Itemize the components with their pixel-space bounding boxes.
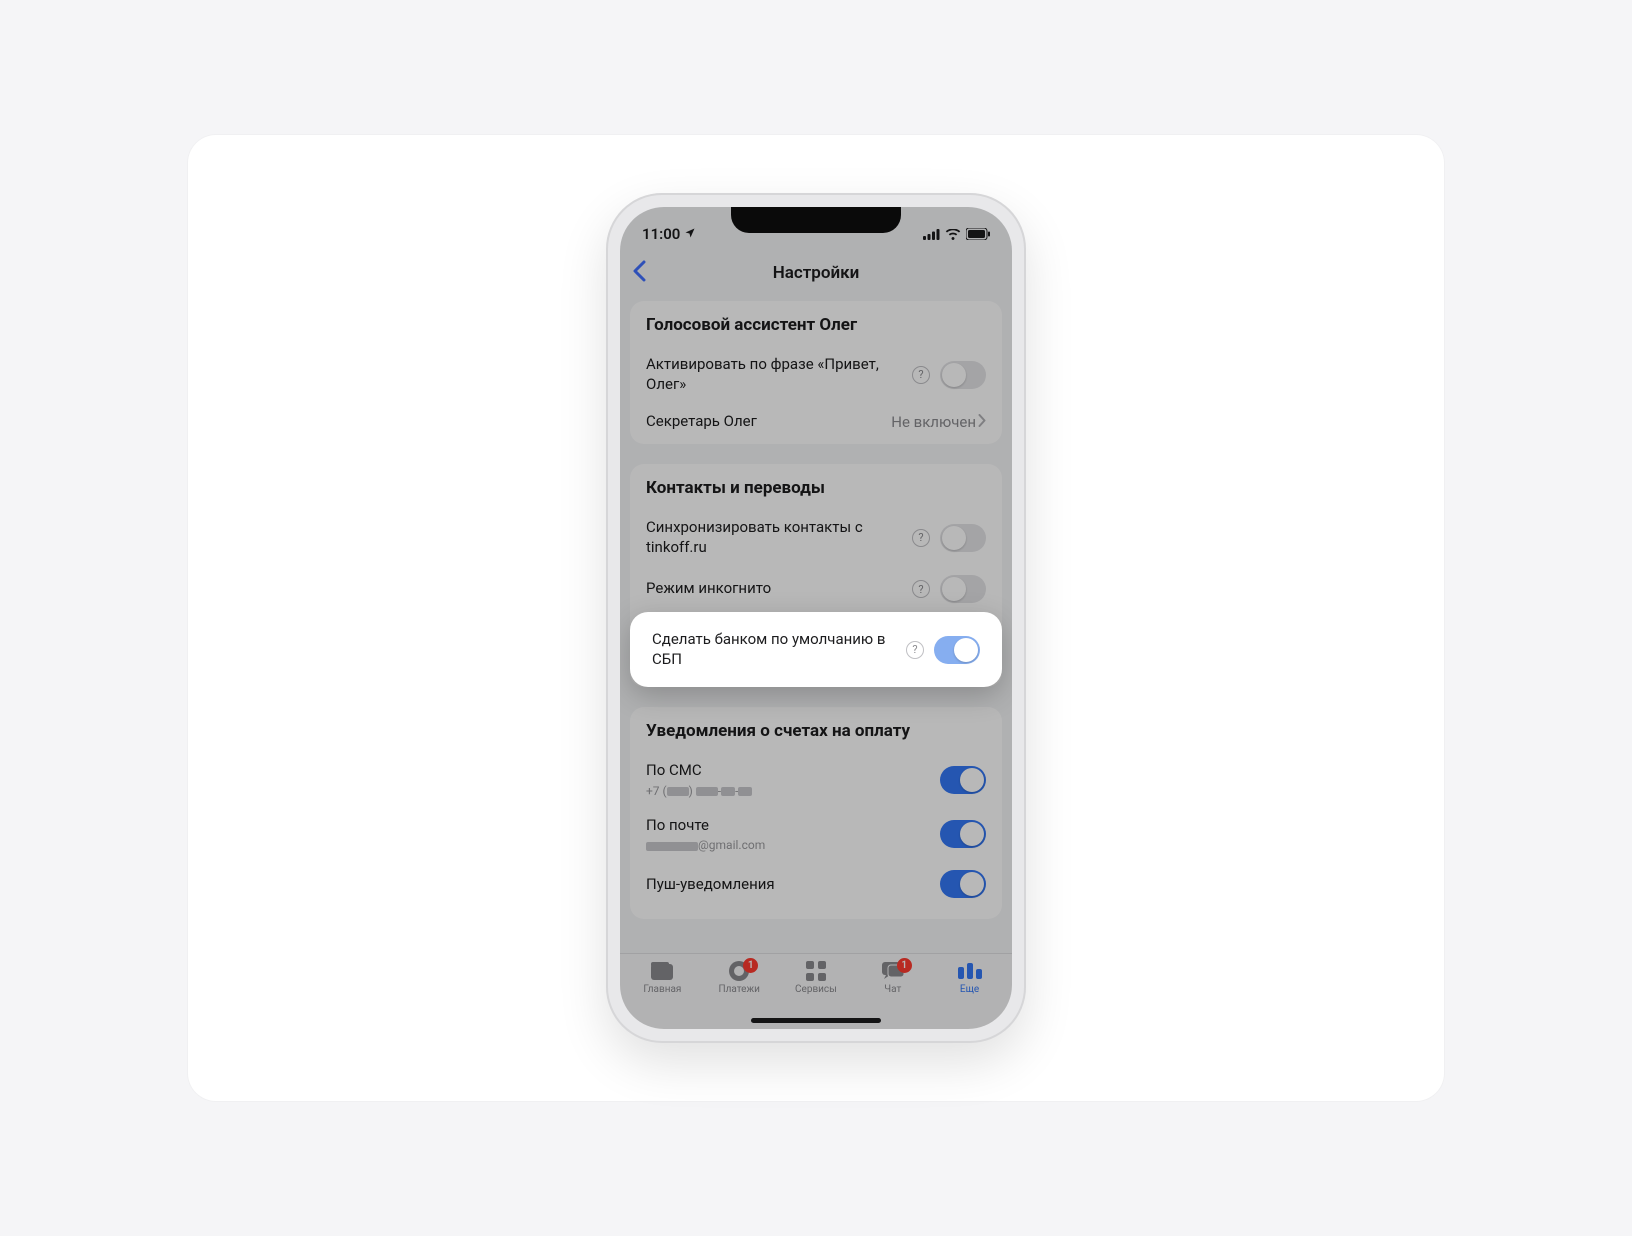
section-contacts: Контакты и переводы Синхронизировать кон… xyxy=(630,464,1002,687)
chevron-right-icon xyxy=(978,413,986,431)
sms-number: +7 () -- xyxy=(646,784,932,798)
badge: 1 xyxy=(897,958,912,973)
battery-icon xyxy=(966,228,990,240)
row-label: По СМС xyxy=(646,761,932,781)
row-label: Режим инкогнито xyxy=(646,579,904,599)
toggle-incognito[interactable] xyxy=(940,575,986,603)
section-title-contacts: Контакты и переводы xyxy=(646,478,986,499)
row-secretary[interactable]: Секретарь Олег Не включен xyxy=(646,403,986,432)
page-title: Настройки xyxy=(620,263,1012,283)
toggle-activate-phrase[interactable] xyxy=(940,361,986,389)
section-voice-assistant: Голосовой ассистент Олег Активировать по… xyxy=(630,301,1002,444)
row-push: Пуш-уведомления xyxy=(646,861,986,907)
row-sync-contacts: Синхронизировать контакты с tinkoff.ru ? xyxy=(646,509,986,566)
help-icon[interactable]: ? xyxy=(912,580,930,598)
signal-icon xyxy=(923,229,940,240)
settings-content: Голосовой ассистент Олег Активировать по… xyxy=(620,295,1012,919)
grid-icon xyxy=(804,960,828,982)
email-address: @gmail.com xyxy=(646,838,932,852)
row-activate-phrase: Активировать по фразе «Привет, Олег» ? xyxy=(646,346,986,403)
row-sbp-default: Сделать банком по умолчанию в СБП ? xyxy=(630,612,1002,687)
status-time: 11:00 xyxy=(642,225,680,243)
nav-bar: Настройки xyxy=(620,251,1012,295)
toggle-email[interactable] xyxy=(940,820,986,848)
tab-more[interactable]: Еще xyxy=(935,960,1005,1029)
toggle-sync-contacts[interactable] xyxy=(940,524,986,552)
toggle-push[interactable] xyxy=(940,870,986,898)
location-icon xyxy=(684,225,696,243)
phone-screen: 11:00 xyxy=(620,207,1012,1029)
row-email: По почте @gmail.com xyxy=(646,807,986,862)
tab-label: Чат xyxy=(884,984,901,995)
toggle-sms[interactable] xyxy=(940,766,986,794)
home-indicator[interactable] xyxy=(751,1018,881,1023)
row-incognito: Режим инкогнито ? xyxy=(646,566,986,612)
row-label: Синхронизировать контакты с tinkoff.ru xyxy=(646,518,904,557)
toggle-sbp-default[interactable] xyxy=(934,636,980,664)
tab-label: Еще xyxy=(960,984,979,995)
more-icon xyxy=(958,960,982,982)
tab-label: Сервисы xyxy=(795,984,837,995)
phone-mockup: 11:00 xyxy=(606,193,1026,1043)
tab-home[interactable]: Главная xyxy=(627,960,697,1029)
section-title-assistant: Голосовой ассистент Олег xyxy=(646,315,986,336)
secretary-value: Не включен xyxy=(891,413,976,431)
row-label: Сделать банком по умолчанию в СБП xyxy=(652,630,898,669)
help-icon[interactable]: ? xyxy=(906,641,924,659)
section-title-notifications: Уведомления о счетах на оплату xyxy=(646,721,986,742)
highlighted-sbp-wrapper: Сделать банком по умолчанию в СБП ? xyxy=(630,612,1002,687)
wallet-icon xyxy=(650,960,674,982)
tab-label: Главная xyxy=(643,984,681,995)
row-label: Пуш-уведомления xyxy=(646,875,932,895)
section-notifications: Уведомления о счетах на оплату По СМС +7… xyxy=(630,707,1002,919)
card-container: 11:00 xyxy=(188,135,1444,1101)
help-icon[interactable]: ? xyxy=(912,366,930,384)
row-label: Активировать по фразе «Привет, Олег» xyxy=(646,355,904,394)
row-label: По почте xyxy=(646,816,932,836)
wifi-icon xyxy=(945,229,961,240)
notch xyxy=(731,207,901,233)
badge: 1 xyxy=(743,958,758,973)
help-icon[interactable]: ? xyxy=(912,529,930,547)
row-label: Секретарь Олег xyxy=(646,412,883,432)
row-sms: По СМС +7 () -- xyxy=(646,752,986,807)
tab-label: Платежи xyxy=(718,984,759,995)
